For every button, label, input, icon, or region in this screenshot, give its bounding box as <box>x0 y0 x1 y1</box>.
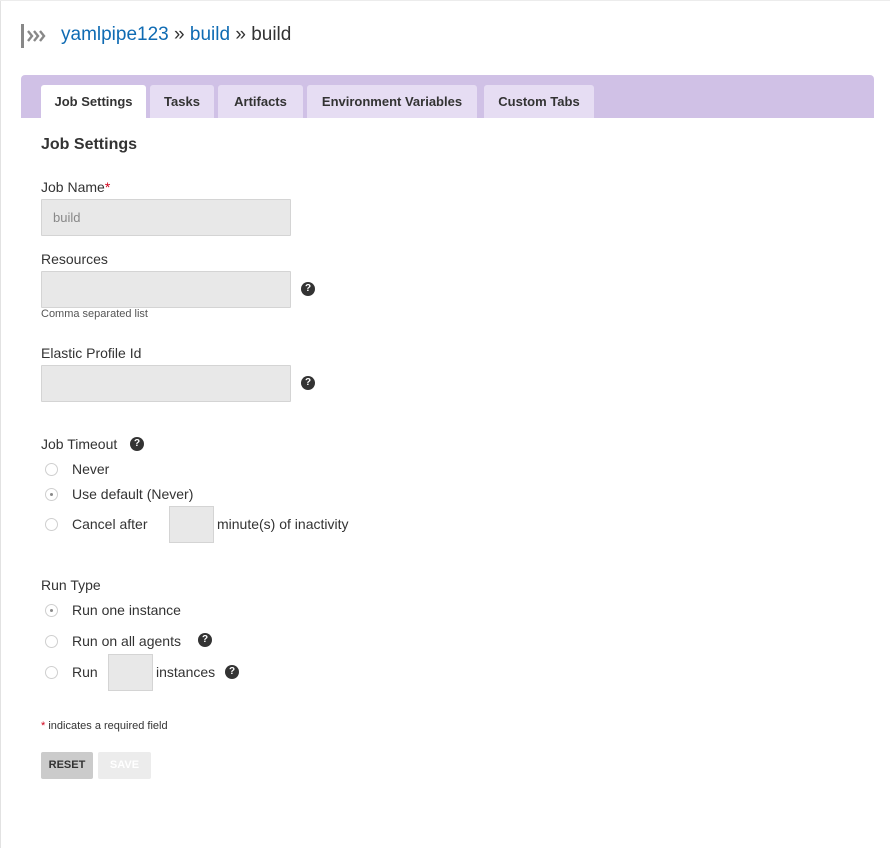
question-circle-icon[interactable]: ? <box>130 437 144 451</box>
breadcrumb-current-job: build <box>251 24 292 45</box>
run-instances-label: Run <box>72 664 98 680</box>
timeout-cancel-radio[interactable] <box>45 518 58 531</box>
timeout-cancel-label: Cancel after <box>72 516 148 532</box>
run-type-label: Run Type <box>41 577 101 593</box>
timeout-minutes-suffix: minute(s) of inactivity <box>217 516 349 532</box>
job-timeout-label: Job Timeout <box>41 436 118 452</box>
tab-job-settings[interactable]: Job Settings <box>41 85 146 118</box>
tab-tasks[interactable]: Tasks <box>150 85 214 118</box>
job-name-label: Job Name* <box>41 179 110 195</box>
breadcrumb-stage-link[interactable]: build <box>190 24 230 45</box>
section-title: Job Settings <box>41 136 138 153</box>
timeout-never-radio[interactable] <box>45 463 58 476</box>
page-border-top <box>0 0 890 1</box>
run-instances-radio[interactable] <box>45 666 58 679</box>
run-all-agents-radio[interactable] <box>45 635 58 648</box>
resources-label: Resources <box>41 251 108 267</box>
resources-hint: Comma separated list <box>41 308 148 320</box>
elastic-profile-label: Elastic Profile Id <box>41 345 142 361</box>
tab-artifacts[interactable]: Artifacts <box>218 85 303 118</box>
run-instances-input[interactable] <box>108 654 153 691</box>
job-name-input[interactable]: build <box>41 199 291 236</box>
page-border-left <box>0 0 1 848</box>
reset-button[interactable]: RESET <box>41 752 93 779</box>
question-circle-icon[interactable]: ? <box>301 376 315 390</box>
breadcrumb: yamlpipe123 » build » build <box>61 23 291 47</box>
required-mark: * <box>104 179 111 195</box>
run-all-agents-label: Run on all agents <box>72 633 181 649</box>
question-circle-icon[interactable]: ? <box>225 665 239 679</box>
question-circle-icon[interactable]: ? <box>301 282 315 296</box>
resources-input[interactable] <box>41 271 291 308</box>
tab-environment-variables[interactable]: Environment Variables <box>307 85 477 118</box>
run-instances-suffix: instances <box>156 664 216 680</box>
timeout-default-label: Use default (Never) <box>72 486 194 502</box>
timeout-default-radio[interactable] <box>45 488 58 501</box>
job-name-label-text: Job Name <box>41 179 105 195</box>
run-one-instance-label: Run one instance <box>72 602 181 618</box>
timeout-never-label: Never <box>72 461 110 477</box>
breadcrumb-separator: » <box>235 24 246 45</box>
timeout-minutes-input[interactable] <box>169 506 214 543</box>
gocd-logo-icon <box>21 24 46 48</box>
required-mark: * <box>41 720 46 732</box>
save-button[interactable]: SAVE <box>98 752 151 779</box>
run-one-instance-radio[interactable] <box>45 604 58 617</box>
tab-custom-tabs[interactable]: Custom Tabs <box>484 85 594 118</box>
breadcrumb-separator: » <box>174 24 185 45</box>
tab-bar: Job Settings Tasks Artifacts Environment… <box>21 75 874 118</box>
breadcrumb-pipeline-link[interactable]: yamlpipe123 <box>61 24 169 45</box>
elastic-profile-input[interactable] <box>41 365 291 402</box>
required-footnote-text: indicates a required field <box>48 720 168 732</box>
required-footnote: * indicates a required field <box>41 720 168 732</box>
question-circle-icon[interactable]: ? <box>198 633 212 647</box>
